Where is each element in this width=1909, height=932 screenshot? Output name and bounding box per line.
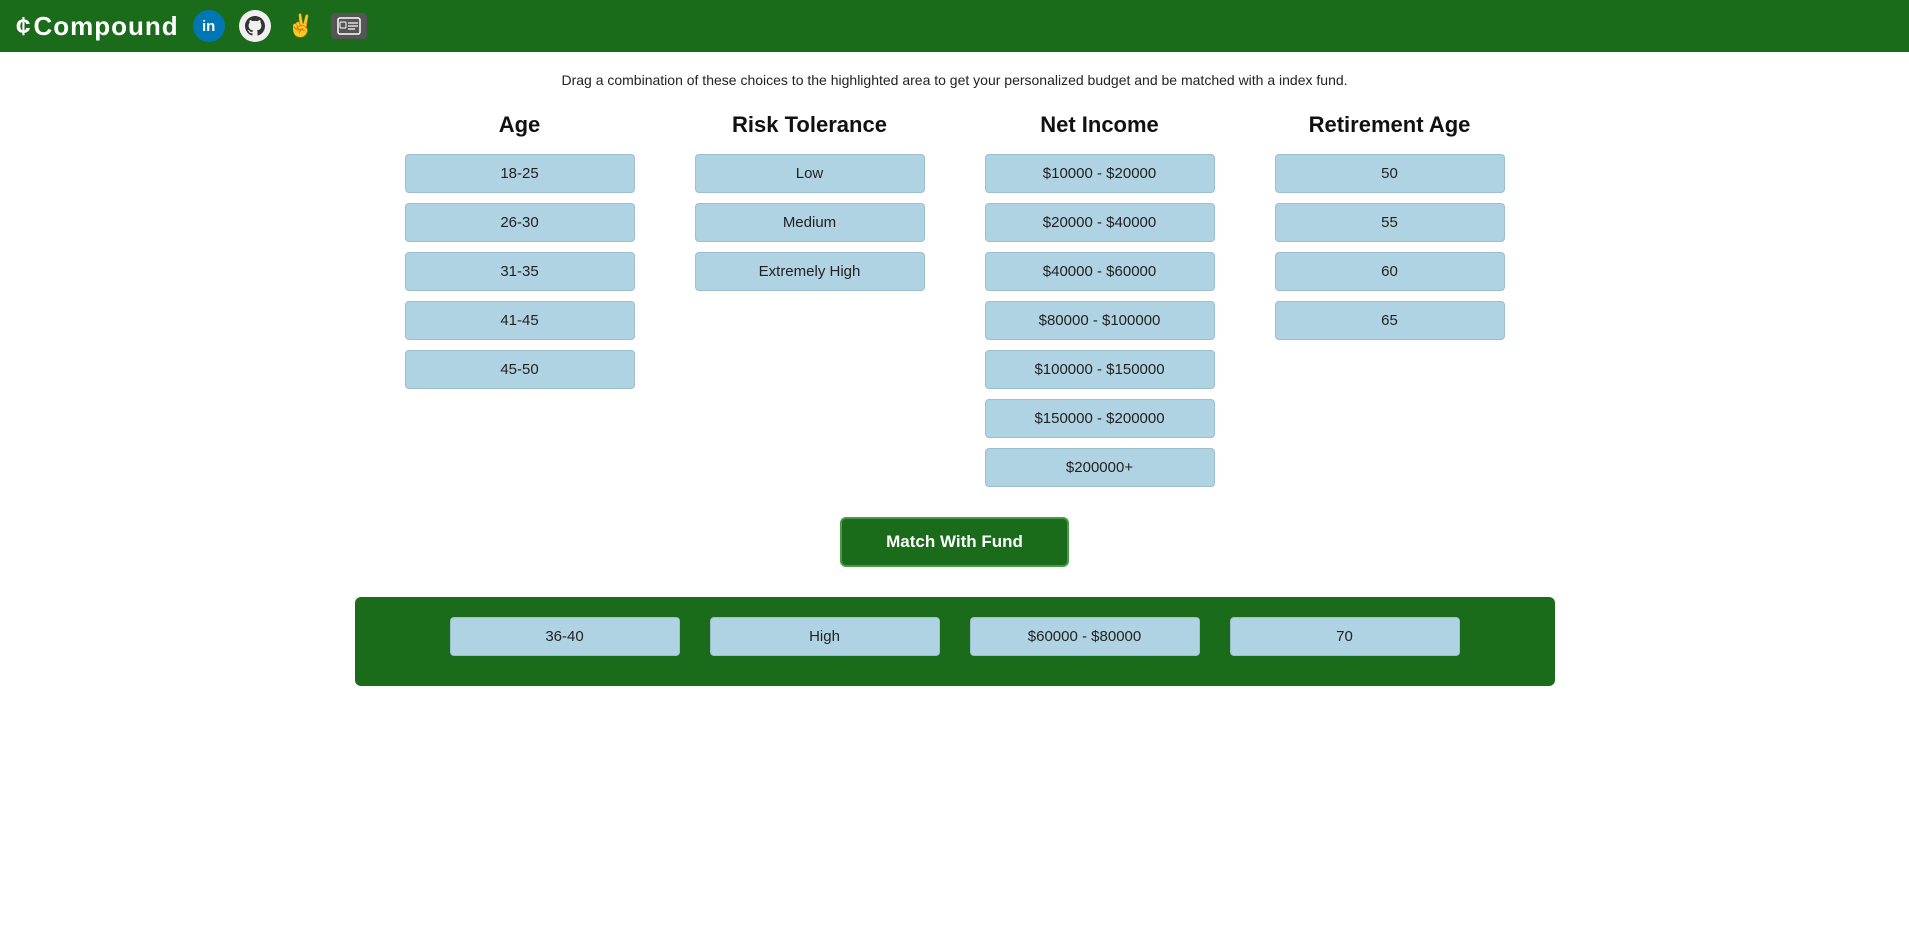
age-option-45-50[interactable]: 45-50 [405, 350, 635, 389]
income-option-200k-plus[interactable]: $200000+ [985, 448, 1215, 487]
retirement-option-60[interactable]: 60 [1275, 252, 1505, 291]
income-option-80k-100k[interactable]: $80000 - $100000 [985, 301, 1215, 340]
dropped-income-card[interactable]: $60000 - $80000 [970, 617, 1200, 656]
income-option-10k-20k[interactable]: $10000 - $20000 [985, 154, 1215, 193]
navbar: ¢Compound in ✌️ [0, 0, 1909, 52]
income-option-100k-150k[interactable]: $100000 - $150000 [985, 350, 1215, 389]
peace-sign-icon[interactable]: ✌️ [285, 10, 317, 42]
net-income-column: Net Income $10000 - $20000 $20000 - $400… [985, 112, 1215, 497]
dropped-risk-card[interactable]: High [710, 617, 940, 656]
main-content: Drag a combination of these choices to t… [0, 52, 1909, 686]
age-option-26-30[interactable]: 26-30 [405, 203, 635, 242]
age-option-18-25[interactable]: 18-25 [405, 154, 635, 193]
age-option-31-35[interactable]: 31-35 [405, 252, 635, 291]
retirement-option-55[interactable]: 55 [1275, 203, 1505, 242]
drop-zone[interactable]: 36-40 High $60000 - $80000 70 [355, 597, 1555, 686]
dropped-age-card[interactable]: 36-40 [450, 617, 680, 656]
risk-option-low[interactable]: Low [695, 154, 925, 193]
retirement-age-column-header: Retirement Age [1309, 112, 1471, 138]
linkedin-icon[interactable]: in [193, 10, 225, 42]
income-option-150k-200k[interactable]: $150000 - $200000 [985, 399, 1215, 438]
age-column-header: Age [499, 112, 541, 138]
retirement-option-65[interactable]: 65 [1275, 301, 1505, 340]
risk-option-medium[interactable]: Medium [695, 203, 925, 242]
risk-tolerance-column: Risk Tolerance Low Medium Extremely High [695, 112, 925, 497]
logo-text: Compound [33, 11, 178, 42]
logo-currency-symbol: ¢ [16, 11, 31, 42]
risk-option-extremely-high[interactable]: Extremely High [695, 252, 925, 291]
match-with-fund-button[interactable]: Match With Fund [840, 517, 1069, 567]
match-button-area: Match With Fund [840, 517, 1069, 567]
income-option-20k-40k[interactable]: $20000 - $40000 [985, 203, 1215, 242]
income-option-40k-60k[interactable]: $40000 - $60000 [985, 252, 1215, 291]
risk-tolerance-column-header: Risk Tolerance [732, 112, 887, 138]
app-logo: ¢Compound [16, 11, 179, 42]
dropped-cards-row: 36-40 High $60000 - $80000 70 [385, 617, 1525, 656]
retirement-age-column: Retirement Age 50 55 60 65 [1275, 112, 1505, 497]
id-card-icon[interactable] [331, 13, 367, 39]
instruction-text: Drag a combination of these choices to t… [561, 72, 1347, 88]
columns-area: Age 18-25 26-30 31-35 41-45 45-50 Risk T… [0, 112, 1909, 497]
dropped-retirement-card[interactable]: 70 [1230, 617, 1460, 656]
age-option-41-45[interactable]: 41-45 [405, 301, 635, 340]
retirement-option-50[interactable]: 50 [1275, 154, 1505, 193]
drop-zone-container: 36-40 High $60000 - $80000 70 [0, 597, 1909, 686]
net-income-column-header: Net Income [1040, 112, 1159, 138]
age-column: Age 18-25 26-30 31-35 41-45 45-50 [405, 112, 635, 497]
github-icon[interactable] [239, 10, 271, 42]
